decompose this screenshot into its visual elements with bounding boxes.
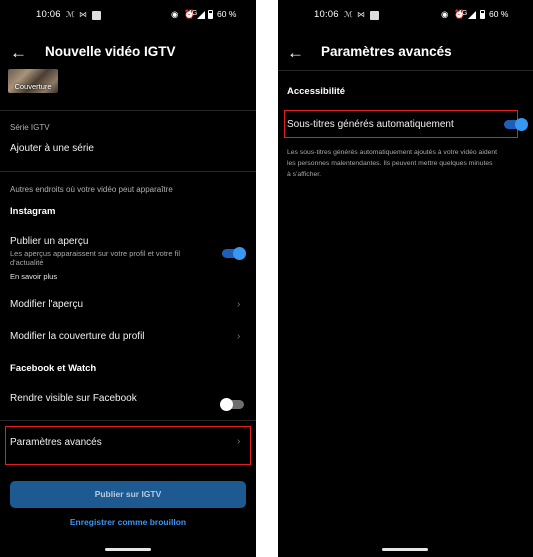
other-places-section-label: Autres endroits où votre vidéo peut appa…: [10, 185, 173, 194]
back-arrow-icon[interactable]: ←: [10, 44, 27, 61]
toggle-knob: [515, 118, 528, 131]
toggle-knob: [233, 247, 246, 260]
toggle-knob: [220, 398, 233, 411]
description-line: à s'afficher.: [287, 171, 322, 178]
modify-preview-button[interactable]: Modifier l'aperçu: [10, 299, 83, 310]
notification-icon: ℳ: [66, 10, 75, 19]
facebook-visible-label: Rendre visible sur Facebook: [10, 393, 137, 404]
facebook-visible-toggle[interactable]: [220, 398, 244, 411]
auto-captions-label: Sous-titres générés automatiquement: [287, 119, 454, 130]
back-arrow-icon[interactable]: ←: [287, 44, 304, 61]
home-indicator[interactable]: [382, 548, 428, 551]
status-bar: 10:06 ℳ ⋈ ◉ ⏰ 4G 60 %: [0, 9, 256, 25]
signal-icon: [197, 11, 205, 19]
gallery-icon: [92, 11, 101, 20]
publish-preview-toggle[interactable]: [222, 247, 246, 260]
chevron-right-icon: ›: [237, 331, 241, 342]
series-section-label: Série IGTV: [10, 123, 50, 132]
chevron-right-icon: ›: [237, 299, 241, 310]
modify-profile-cover-button[interactable]: Modifier la couverture du profil: [10, 331, 145, 342]
eye-icon: ◉: [171, 9, 179, 19]
divider: [0, 420, 256, 421]
network-type: 4G: [458, 10, 468, 17]
battery-level: 60 %: [489, 9, 509, 19]
description-line: les personnes malentendantes. Ils peuven…: [287, 160, 493, 167]
status-time: 10:06: [36, 9, 61, 20]
left-screen: 10:06 ℳ ⋈ ◉ ⏰ 4G 60 % ← Nouvelle vidéo I…: [0, 0, 256, 557]
cover-thumbnail[interactable]: Couverture: [8, 69, 58, 93]
page-title: Paramètres avancés: [321, 44, 452, 59]
publish-preview-label: Publier un aperçu: [10, 236, 89, 247]
eye-icon: ◉: [441, 9, 449, 19]
right-screen: 10:06 ℳ ⋈ ◉ ⏰ 4G 60 % ← Paramètres avanc…: [278, 0, 533, 557]
auto-captions-toggle[interactable]: [504, 118, 528, 131]
page-title: Nouvelle vidéo IGTV: [45, 44, 176, 59]
chevron-right-icon: ›: [237, 436, 241, 447]
notification-icon: ℳ: [344, 10, 353, 19]
description-line: Les sous-titres générés automatiquement …: [287, 149, 498, 156]
cover-label: Couverture: [14, 82, 52, 91]
auto-captions-description: Les sous-titres générés automatiquement …: [287, 147, 527, 180]
network-type: 4G: [188, 10, 198, 17]
preview-description-line: Les aperçus apparaissent sur votre profi…: [10, 249, 181, 258]
home-indicator[interactable]: [105, 548, 151, 551]
battery-icon: [208, 10, 213, 19]
save-draft-link[interactable]: Enregistrer comme brouillon: [10, 517, 246, 527]
add-to-series-button[interactable]: Ajouter à une série: [10, 143, 94, 154]
gallery-icon: [370, 11, 379, 20]
gmail-icon: ⋈: [79, 10, 87, 19]
learn-more-link[interactable]: En savoir plus: [10, 272, 57, 281]
battery-icon: [480, 10, 485, 19]
divider: [0, 110, 256, 111]
publish-button[interactable]: Publier sur IGTV: [10, 481, 246, 508]
instagram-heading: Instagram: [10, 206, 56, 217]
signal-icon: [468, 11, 476, 19]
battery-level: 60 %: [217, 9, 237, 19]
divider: [278, 70, 533, 71]
preview-description: Les aperçus apparaissent sur votre profi…: [10, 249, 215, 267]
status-bar: 10:06 ℳ ⋈ ◉ ⏰ 4G 60 %: [278, 9, 533, 25]
preview-description-line: d'actualité: [10, 258, 44, 267]
facebook-heading: Facebook et Watch: [10, 363, 97, 374]
status-time: 10:06: [314, 9, 339, 20]
divider: [0, 171, 256, 172]
gmail-icon: ⋈: [357, 10, 365, 19]
advanced-settings-button[interactable]: Paramètres avancés: [10, 437, 102, 448]
accessibility-heading: Accessibilité: [287, 86, 346, 97]
